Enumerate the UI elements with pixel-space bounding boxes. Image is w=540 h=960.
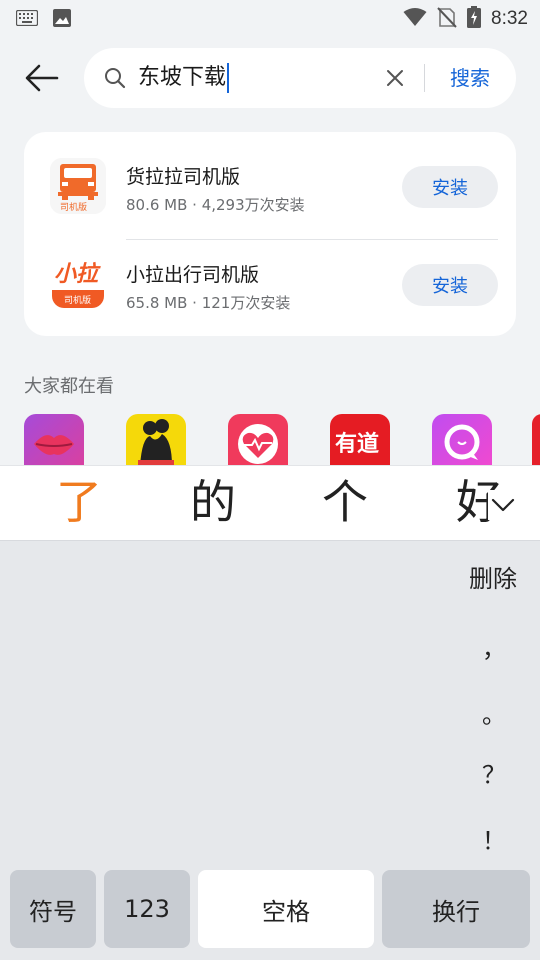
youdao-app-icon[interactable]: 有道: [330, 414, 390, 466]
clear-icon[interactable]: [384, 67, 406, 89]
enter-key[interactable]: 换行: [382, 870, 530, 948]
result-item[interactable]: 小拉 司机版 小拉出行司机版 65.8 MB · 121万次安装 安装: [24, 236, 516, 332]
status-time: 8:32: [491, 8, 528, 29]
collapse-keyboard-button[interactable]: [488, 490, 518, 520]
chat-bubble-app-icon[interactable]: [432, 414, 492, 466]
exclamation-key[interactable]: ！: [464, 821, 524, 856]
keyboard-icon: [15, 9, 39, 30]
search-input[interactable]: 东坡下载: [138, 62, 230, 94]
section-title: 大家都在看: [24, 376, 114, 397]
youdao-icon-label: 有道: [335, 432, 380, 457]
partial-app-icon[interactable]: [532, 414, 540, 466]
app-icon-title: 小拉: [54, 262, 99, 287]
result-item[interactable]: 司机版 货拉拉司机版 80.6 MB · 4,293万次安装 安装: [24, 138, 516, 240]
search-submit-button[interactable]: 搜索: [450, 64, 490, 92]
search-results-card: 司机版 货拉拉司机版 80.6 MB · 4,293万次安装 安装 小拉 司机版…: [24, 132, 516, 336]
status-bar: 8:32: [0, 0, 540, 36]
app-meta: 80.6 MB · 4,293万次安装: [126, 196, 305, 214]
install-button[interactable]: 安装: [402, 264, 498, 306]
app-icon-caption: 司机版: [60, 203, 88, 213]
candidate-word[interactable]: 了: [56, 472, 102, 532]
wifi-icon: [403, 7, 427, 31]
symbols-key[interactable]: 符号: [10, 870, 96, 948]
image-icon: [52, 8, 72, 32]
search-icon: [105, 68, 126, 89]
screen: 8:32 东坡下载 搜索 司机版 货拉拉司机版 80.6 MB · 4,293万…: [0, 0, 540, 960]
lips-app-icon[interactable]: [24, 414, 84, 466]
ime-candidate-bar: 了 的 个 好: [0, 465, 540, 541]
install-button[interactable]: 安装: [402, 166, 498, 208]
xiaola-driver-app-icon: 小拉 司机版: [50, 256, 106, 312]
back-arrow-icon: [25, 64, 59, 92]
ime-keyboard: 删除 ， 。 ？ ！ 符号 123 空格 换行: [0, 541, 540, 960]
question-mark-key[interactable]: ？: [464, 755, 524, 790]
app-name: 货拉拉司机版: [126, 166, 241, 188]
numbers-key[interactable]: 123: [104, 870, 190, 948]
text-caret: [227, 63, 230, 93]
period-key[interactable]: 。: [464, 695, 524, 730]
search-divider: [424, 64, 425, 92]
space-key[interactable]: 空格: [198, 870, 374, 948]
app-icon-caption: 司机版: [64, 296, 92, 306]
couple-app-icon[interactable]: [126, 414, 186, 466]
app-meta: 65.8 MB · 121万次安装: [126, 294, 291, 312]
search-box[interactable]: 东坡下载 搜索: [84, 48, 516, 108]
no-sim-icon: [437, 6, 457, 32]
battery-charging-icon: [467, 6, 482, 32]
delete-key[interactable]: 删除: [458, 559, 528, 594]
heart-pulse-app-icon[interactable]: [228, 414, 288, 466]
candidate-word[interactable]: 个: [322, 472, 368, 532]
app-name: 小拉出行司机版: [126, 264, 260, 286]
back-button[interactable]: [22, 58, 62, 98]
search-query: 东坡下载: [138, 65, 227, 90]
huolala-driver-app-icon: 司机版: [50, 158, 106, 214]
comma-key[interactable]: ，: [464, 629, 524, 664]
chevron-down-icon: [491, 498, 515, 512]
candidate-word[interactable]: 的: [190, 472, 236, 532]
